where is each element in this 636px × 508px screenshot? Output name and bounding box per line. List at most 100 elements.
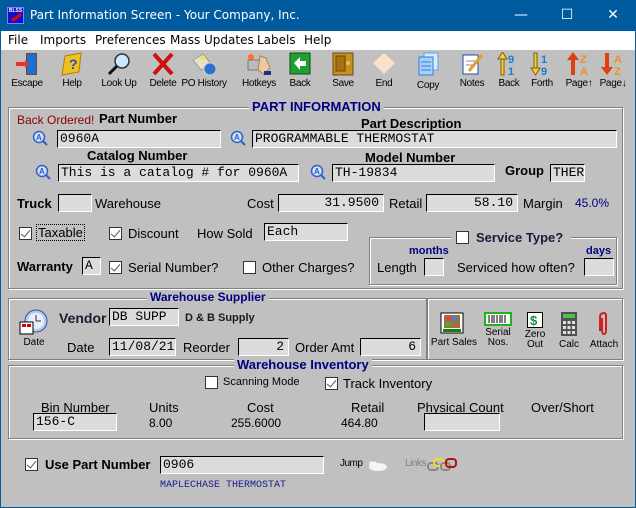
- taxable-checkbox[interactable]: [19, 227, 32, 240]
- date-button-label: Date: [23, 337, 45, 348]
- menu-imports[interactable]: Imports: [40, 33, 86, 47]
- truck-input[interactable]: [58, 194, 92, 212]
- part-number-lookup-icon[interactable]: A: [32, 130, 48, 146]
- notepad-pencil-icon: [462, 54, 484, 75]
- vendor-input[interactable]: DB SUPP: [109, 308, 179, 326]
- use-part-number-input[interactable]: 0906: [160, 456, 324, 474]
- attach-button[interactable]: Attach: [590, 312, 618, 350]
- vendor-label: Vendor: [59, 310, 107, 326]
- how-sold-label: How Sold: [197, 226, 253, 241]
- end-button[interactable]: End: [363, 52, 405, 92]
- warranty-label: Warranty: [17, 259, 73, 274]
- menu-file[interactable]: File: [8, 33, 28, 47]
- po-history-button[interactable]: PO History: [181, 52, 227, 92]
- safe-icon: [332, 52, 354, 76]
- svg-text:1: 1: [508, 66, 514, 76]
- back-ordered-label: Back Ordered!: [17, 113, 95, 127]
- model-number-lookup-icon[interactable]: A: [310, 164, 326, 180]
- page-up-za-icon: ZA: [567, 52, 588, 76]
- group-label: Group: [505, 163, 544, 178]
- serial-number-checkbox[interactable]: [109, 261, 122, 274]
- scanning-mode-checkbox[interactable]: [205, 376, 218, 389]
- app-icon: BLSS: [7, 7, 24, 24]
- copy-button[interactable]: Copy: [407, 52, 449, 92]
- reorder-input[interactable]: 2: [238, 338, 289, 356]
- look-up-button[interactable]: Look Up: [98, 52, 140, 92]
- part-number-input[interactable]: 0960A: [57, 130, 221, 148]
- warranty-input[interactable]: A: [82, 257, 101, 275]
- links-button[interactable]: Links: [405, 456, 463, 472]
- part-description-label: Part Description: [361, 116, 462, 131]
- maximize-button[interactable]: ☐: [544, 0, 590, 31]
- part-description-input[interactable]: PROGRAMMABLE THERMOSTAT: [252, 130, 617, 148]
- serviced-how-often-input[interactable]: [584, 258, 614, 276]
- use-part-description: MAPLECHASE THERMOSTAT: [160, 480, 287, 491]
- green-back-arrow-icon: [289, 52, 311, 75]
- discount-label: Discount: [128, 226, 179, 241]
- window-title: Part Information Screen - Your Company, …: [30, 8, 300, 22]
- cost-header: Cost: [247, 400, 274, 415]
- minimize-button[interactable]: —: [498, 0, 544, 31]
- svg-text:A: A: [36, 133, 42, 142]
- jump-label: Jump: [340, 458, 363, 469]
- service-type-label: Service Type?: [476, 230, 564, 245]
- menu-help[interactable]: Help: [304, 33, 331, 47]
- svg-text:?: ?: [69, 56, 78, 72]
- magnifier-icon: [107, 53, 130, 76]
- title-bar: BLSS Part Information Screen - Your Comp…: [0, 0, 636, 31]
- truck-label: Truck: [17, 196, 52, 211]
- cost-input[interactable]: 31.9500: [278, 194, 384, 212]
- cost-label: Cost: [247, 196, 274, 211]
- length-input[interactable]: [424, 258, 444, 276]
- part-sales-button[interactable]: Part Sales: [431, 312, 477, 350]
- zero-out-button[interactable]: $ Zero Out: [522, 312, 548, 350]
- date-input[interactable]: 11/08/21: [109, 338, 176, 356]
- other-charges-checkbox[interactable]: [243, 261, 256, 274]
- bin-number-input[interactable]: 156-C: [33, 413, 117, 431]
- catalog-number-input[interactable]: This is a catalog # for 0960A: [58, 164, 299, 182]
- help-book-icon: ?: [61, 52, 82, 76]
- keyboard-hand-icon: [247, 54, 271, 75]
- retail-input[interactable]: 58.10: [426, 194, 518, 212]
- calc-button[interactable]: Calc: [556, 312, 582, 350]
- red-x-icon: [152, 52, 174, 76]
- scanning-mode-label: Scanning Mode: [223, 376, 300, 388]
- model-number-input[interactable]: TH-19834: [332, 164, 495, 182]
- serial-nos-button[interactable]: Serial Nos.: [483, 312, 513, 350]
- clock-calendar-icon: [19, 309, 48, 335]
- copy-pages-icon: [418, 52, 439, 76]
- track-inventory-label: Track Inventory: [343, 376, 433, 391]
- svg-text:A: A: [314, 167, 320, 176]
- cost-value: 255.6000: [231, 416, 282, 430]
- physical-count-input[interactable]: [424, 413, 500, 431]
- order-amt-input[interactable]: 6: [360, 338, 421, 356]
- part-sales-icon: [440, 312, 464, 334]
- use-part-number-checkbox[interactable]: [25, 458, 38, 471]
- escape-button[interactable]: Escape: [6, 52, 48, 92]
- catalog-number-lookup-icon[interactable]: A: [35, 164, 51, 180]
- date-button[interactable]: Date: [19, 309, 49, 348]
- sort-back-icon: 91: [497, 52, 514, 76]
- catalog-number-label: Catalog Number: [87, 148, 188, 163]
- group-input[interactable]: THER: [550, 164, 585, 182]
- door-exit-icon: [16, 53, 37, 75]
- service-type-checkbox[interactable]: [456, 231, 469, 244]
- how-sold-input[interactable]: Each: [264, 223, 348, 241]
- calculator-icon: [561, 312, 577, 336]
- discount-checkbox[interactable]: [109, 227, 122, 240]
- window-border-left: [0, 31, 1, 508]
- rabbit-icon: [369, 456, 387, 471]
- close-button[interactable]: ✕: [590, 0, 636, 31]
- menu-mass-updates[interactable]: Mass Updates: [170, 33, 254, 47]
- taxable-label[interactable]: Taxable: [36, 224, 85, 241]
- help-button[interactable]: ? Help: [51, 52, 93, 92]
- back-button[interactable]: Back: [279, 52, 321, 92]
- attach-label: Attach: [589, 339, 619, 350]
- page-down-button[interactable]: AZ Page↓: [592, 52, 634, 92]
- svg-text:9: 9: [541, 66, 547, 76]
- jump-button[interactable]: Jump: [340, 456, 392, 472]
- track-inventory-checkbox[interactable]: [325, 377, 338, 390]
- part-description-lookup-icon[interactable]: A: [230, 130, 246, 146]
- menu-preferences[interactable]: Preferences: [95, 33, 166, 47]
- menu-labels[interactable]: Labels: [257, 33, 296, 47]
